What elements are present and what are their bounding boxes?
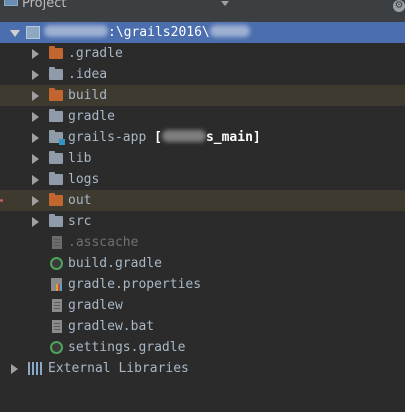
expand-arrow-icon[interactable] [32, 112, 39, 122]
tree-item-asscache[interactable]: .asscache [0, 232, 405, 253]
project-tool-window-header: Project ⚙ [0, 0, 405, 23]
expand-arrow-icon[interactable] [32, 175, 39, 185]
tree-item-settings-gradle[interactable]: settings.gradle [0, 337, 405, 358]
expand-arrow-icon[interactable] [32, 133, 39, 143]
excluded-folder-icon [49, 88, 63, 101]
expand-arrow-icon[interactable] [32, 49, 39, 59]
redacted-text [209, 25, 250, 37]
expand-arrow-icon[interactable] [11, 364, 18, 374]
root-label: :\grails2016\ [44, 22, 250, 43]
tree-item-src[interactable]: src [0, 211, 405, 232]
excluded-folder-icon [49, 46, 63, 59]
gutter-marker-icon [0, 199, 3, 202]
folder-icon [49, 109, 63, 122]
redacted-text [44, 25, 108, 37]
expand-arrow-icon[interactable] [32, 154, 39, 164]
file-icon [52, 320, 62, 333]
library-icon [28, 362, 42, 375]
project-icon [4, 0, 18, 6]
gradle-icon [50, 341, 63, 354]
tree-item-gradlew-bat[interactable]: gradlew.bat [0, 316, 405, 337]
folder-icon [49, 172, 63, 185]
tree-item-out[interactable]: out [0, 190, 405, 211]
tree-item-logs[interactable]: logs [0, 169, 405, 190]
tree-item-gradle-properties[interactable]: gradle.properties [0, 274, 405, 295]
folder-icon [49, 67, 63, 80]
expand-arrow-icon[interactable] [10, 30, 20, 37]
tree-item-gradle[interactable]: gradle [0, 106, 405, 127]
tree-item-lib[interactable]: lib [0, 148, 405, 169]
project-tree[interactable]: :\grails2016\ .gradle .idea build gradle… [0, 22, 405, 379]
properties-file-icon [51, 278, 62, 291]
expand-arrow-icon[interactable] [32, 70, 39, 80]
module-folder-icon [49, 130, 65, 145]
expand-arrow-icon[interactable] [32, 91, 39, 101]
tree-item-grails-app[interactable]: grails-app [s_main] [0, 127, 405, 148]
tree-item-external-libraries[interactable]: External Libraries [0, 358, 405, 379]
tree-item-build-gradle[interactable]: build.gradle [0, 253, 405, 274]
tree-item-build[interactable]: build [0, 85, 405, 106]
file-icon [52, 299, 62, 312]
expand-arrow-icon[interactable] [32, 196, 39, 206]
tree-item-idea[interactable]: .idea [0, 64, 405, 85]
excluded-folder-icon [49, 193, 63, 206]
module-folder-icon [26, 26, 40, 39]
tree-root-row[interactable]: :\grails2016\ [0, 22, 405, 43]
view-dropdown-chevron-icon[interactable] [221, 1, 229, 6]
tree-item-gradle-dir[interactable]: .gradle [0, 43, 405, 64]
gear-icon[interactable]: ⚙ [393, 0, 405, 12]
folder-icon [49, 151, 63, 164]
panel-title: Project [22, 0, 67, 11]
gradle-icon [50, 257, 63, 270]
file-icon [52, 236, 62, 249]
redacted-text [161, 130, 206, 142]
tree-item-gradlew[interactable]: gradlew [0, 295, 405, 316]
expand-arrow-icon[interactable] [32, 217, 39, 227]
folder-icon [49, 214, 63, 227]
